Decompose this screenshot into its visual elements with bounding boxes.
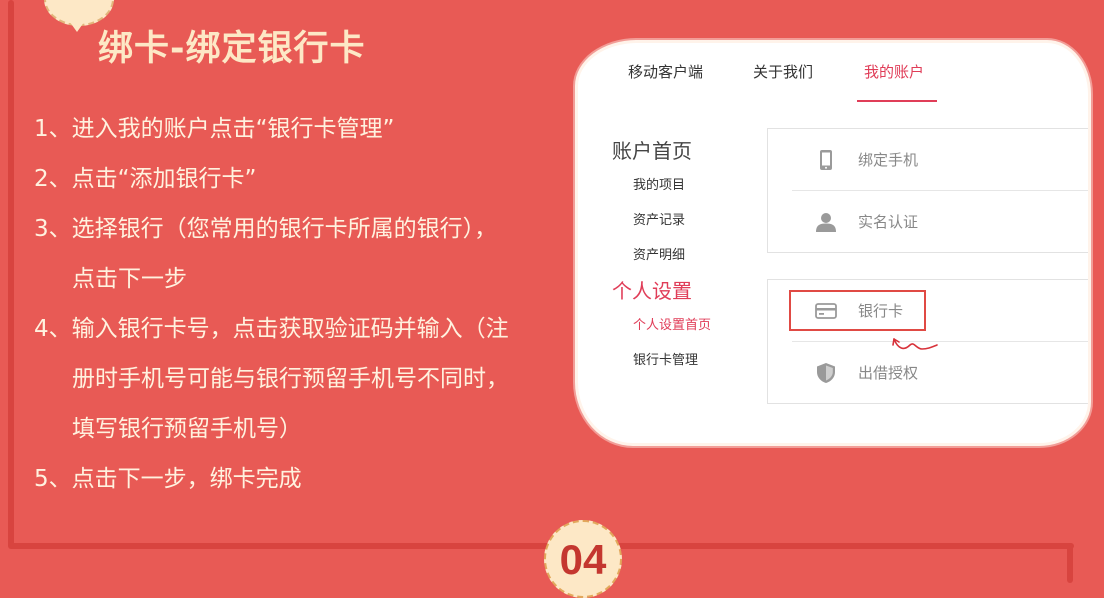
sidebar-heading-settings[interactable]: 个人设置 [612, 275, 692, 304]
pointer-squiggle [892, 338, 938, 350]
step-4: 4、输入银行卡号，点击获取验证码并输入（注 册时手机号可能与银行预留手机号不同时… [34, 304, 564, 454]
page-title: 绑卡-绑定银行卡 [98, 29, 366, 69]
bank-card-highlight [789, 290, 926, 331]
section-number-badge: 04 [544, 520, 622, 598]
lending-auth-row[interactable]: 出借授权 [792, 341, 1088, 403]
frame-bottom-line [8, 543, 1074, 549]
nav-tabs: 移动客户端 关于我们 我的账户 [578, 43, 1088, 103]
step-3: 3、选择银行（您常用的银行卡所属的银行）， 点击下一步 [34, 204, 564, 304]
step-text-continued: 册时手机号可能与银行预留手机号不同时， [72, 366, 509, 392]
bind-phone-row[interactable]: 绑定手机 [768, 129, 1088, 190]
section-number: 04 [559, 536, 607, 583]
step-1: 1、进入我的账户点击“银行卡管理” [34, 104, 564, 154]
frame-left-line [8, 0, 14, 548]
step-text: 3、选择银行（您常用的银行卡所属的银行）， [34, 216, 498, 242]
step-text-continued: 填写银行预留手机号） [72, 416, 302, 442]
step-text: 2、点击“添加银行卡” [34, 166, 257, 192]
sidebar-item-bank-card-management[interactable]: 银行卡管理 [633, 349, 698, 368]
sidebar-item-asset-details[interactable]: 资产明细 [633, 244, 685, 263]
sidebar-item-asset-records[interactable]: 资产记录 [633, 209, 685, 228]
screenshot-panel: 移动客户端 关于我们 我的账户 账户首页 我的项目 资产记录 资产明细 个人设置… [575, 40, 1091, 446]
sidebar-heading-account[interactable]: 账户首页 [612, 135, 692, 164]
user-icon [816, 213, 836, 232]
tab-my-account[interactable]: 我的账户 [864, 61, 924, 82]
steps-list: 1、进入我的账户点击“银行卡管理” 2、点击“添加银行卡” 3、选择银行（您常用… [34, 104, 564, 504]
step-text-continued: 点击下一步 [72, 266, 187, 292]
tab-mobile-client[interactable]: 移动客户端 [628, 61, 703, 82]
shield-icon [817, 363, 835, 383]
phone-icon [820, 150, 832, 170]
security-box: 绑定手机 实名认证 [767, 128, 1088, 253]
step-5: 5、点击下一步，绑卡完成 [34, 454, 564, 504]
bind-phone-label: 绑定手机 [858, 151, 919, 169]
real-name-row[interactable]: 实名认证 [792, 190, 1088, 252]
tab-about-us[interactable]: 关于我们 [753, 61, 813, 82]
real-name-label: 实名认证 [858, 213, 919, 231]
lending-auth-label: 出借授权 [858, 364, 919, 382]
frame-right-line [1067, 543, 1073, 583]
step-2: 2、点击“添加银行卡” [34, 154, 564, 204]
sidebar-item-my-projects[interactable]: 我的项目 [633, 174, 685, 193]
step-text: 1、进入我的账户点击“银行卡管理” [34, 116, 395, 142]
sidebar-item-settings-home[interactable]: 个人设置首页 [633, 314, 711, 333]
step-text: 5、点击下一步，绑卡完成 [34, 466, 302, 492]
step-text: 4、输入银行卡号，点击获取验证码并输入（注 [34, 316, 509, 342]
top-badge-tail [67, 18, 87, 32]
active-tab-underline [857, 100, 937, 102]
